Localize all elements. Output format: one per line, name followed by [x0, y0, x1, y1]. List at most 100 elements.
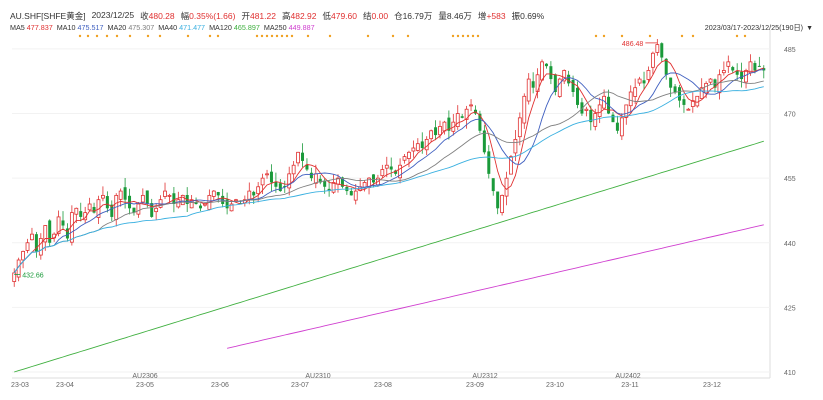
candle-body: [323, 180, 327, 187]
candle-body: [571, 79, 575, 92]
event-dot: [466, 34, 470, 38]
event-dot: [620, 34, 624, 38]
event-dot: [280, 34, 284, 38]
event-dot: [146, 34, 150, 38]
event-dot: [285, 34, 289, 38]
candle-body: [682, 99, 686, 105]
x-tick-label: 23-05: [136, 382, 154, 389]
candle-body: [678, 87, 682, 101]
x-tick-label: 23-08: [374, 382, 392, 389]
candle-body: [655, 44, 660, 53]
event-dot: [691, 34, 695, 38]
candle-body: [154, 207, 159, 213]
candle-body: [371, 174, 375, 183]
candle-body: [633, 87, 638, 97]
x-tick-label: 23-06: [211, 382, 229, 389]
event-dot: [95, 34, 99, 38]
candle-body: [118, 190, 123, 200]
event-dot: [406, 34, 410, 38]
event-dot: [260, 34, 264, 38]
candle-body: [136, 203, 141, 215]
candle-body: [384, 164, 389, 169]
candle-body: [628, 91, 633, 107]
candle-body: [611, 114, 615, 123]
event-dot: [391, 34, 395, 38]
candle-body: [349, 190, 353, 196]
x-tick-label: 23-10: [546, 382, 564, 389]
candle-body: [504, 177, 509, 197]
candle-body: [438, 126, 442, 136]
ma5-line: [13, 59, 764, 274]
candle-body: [491, 178, 495, 192]
candle-body: [260, 177, 265, 186]
max-value-label: 486.48: [622, 41, 644, 48]
candle-body: [87, 203, 92, 211]
x-tick-label: AU2312: [472, 373, 497, 380]
candle-body: [61, 220, 65, 226]
x-tick-label: AU2310: [305, 373, 330, 380]
candlestick-chart: 485 470 455 440 425 410 23-03 23-04 AU2306 23-05 2…: [11, 30, 796, 389]
candle-body: [753, 63, 757, 71]
candle-body: [296, 151, 300, 164]
candle-body: [424, 138, 429, 151]
event-dot: [451, 34, 455, 38]
candle-body: [92, 206, 96, 213]
candle-body: [38, 238, 43, 256]
event-dot: [265, 34, 269, 38]
ma20-line: [13, 79, 764, 274]
candle-body: [269, 171, 273, 183]
candle-body: [101, 194, 105, 199]
candle-body: [619, 117, 624, 137]
event-dot: [270, 34, 274, 38]
candle-body: [291, 164, 296, 175]
candle-body: [287, 173, 292, 189]
candle-body: [274, 181, 278, 187]
candle-body: [256, 186, 261, 195]
event-dot: [328, 34, 332, 38]
candle-body: [25, 242, 30, 251]
candle-body: [487, 151, 491, 174]
candle-body: [744, 70, 748, 83]
event-dot: [290, 34, 294, 38]
candle-body: [265, 173, 269, 176]
candle-body: [584, 108, 589, 111]
candle-body: [252, 191, 256, 196]
event-dot: [255, 34, 259, 38]
candle-body: [21, 250, 25, 261]
y-tick-label: 440: [784, 241, 796, 248]
candle-body: [123, 187, 127, 200]
event-dot: [743, 34, 747, 38]
event-dot: [456, 34, 460, 38]
candle-body: [695, 95, 700, 107]
candle-body: [526, 78, 531, 102]
candle-body: [247, 190, 252, 200]
x-tick-label: AU2402: [615, 373, 640, 380]
candle-body: [402, 156, 407, 161]
event-dot: [115, 34, 119, 38]
candle-body: [353, 190, 358, 201]
candle-body: [211, 190, 216, 197]
candle-body: [79, 211, 83, 217]
candle-body: [651, 52, 655, 68]
candle-body: [407, 151, 411, 159]
candle-body: [726, 61, 731, 67]
candle-body: [278, 183, 282, 192]
x-tick-label: 23-11: [621, 382, 638, 389]
event-dot: [128, 34, 132, 38]
event-dot: [78, 34, 82, 38]
candle-body: [167, 194, 172, 197]
event-dot: [461, 34, 465, 38]
candle-body: [105, 196, 109, 209]
candle-body: [380, 169, 385, 177]
candle-body: [140, 194, 145, 203]
candle-body: [469, 104, 473, 107]
event-dot: [471, 34, 475, 38]
candle-body: [74, 207, 79, 215]
candle-body: [740, 71, 744, 80]
event-dot: [366, 34, 370, 38]
candle-body: [731, 67, 735, 71]
candle-body: [301, 152, 305, 161]
candle-body: [576, 87, 579, 105]
candle-body: [389, 166, 393, 170]
candle-body: [757, 65, 761, 67]
